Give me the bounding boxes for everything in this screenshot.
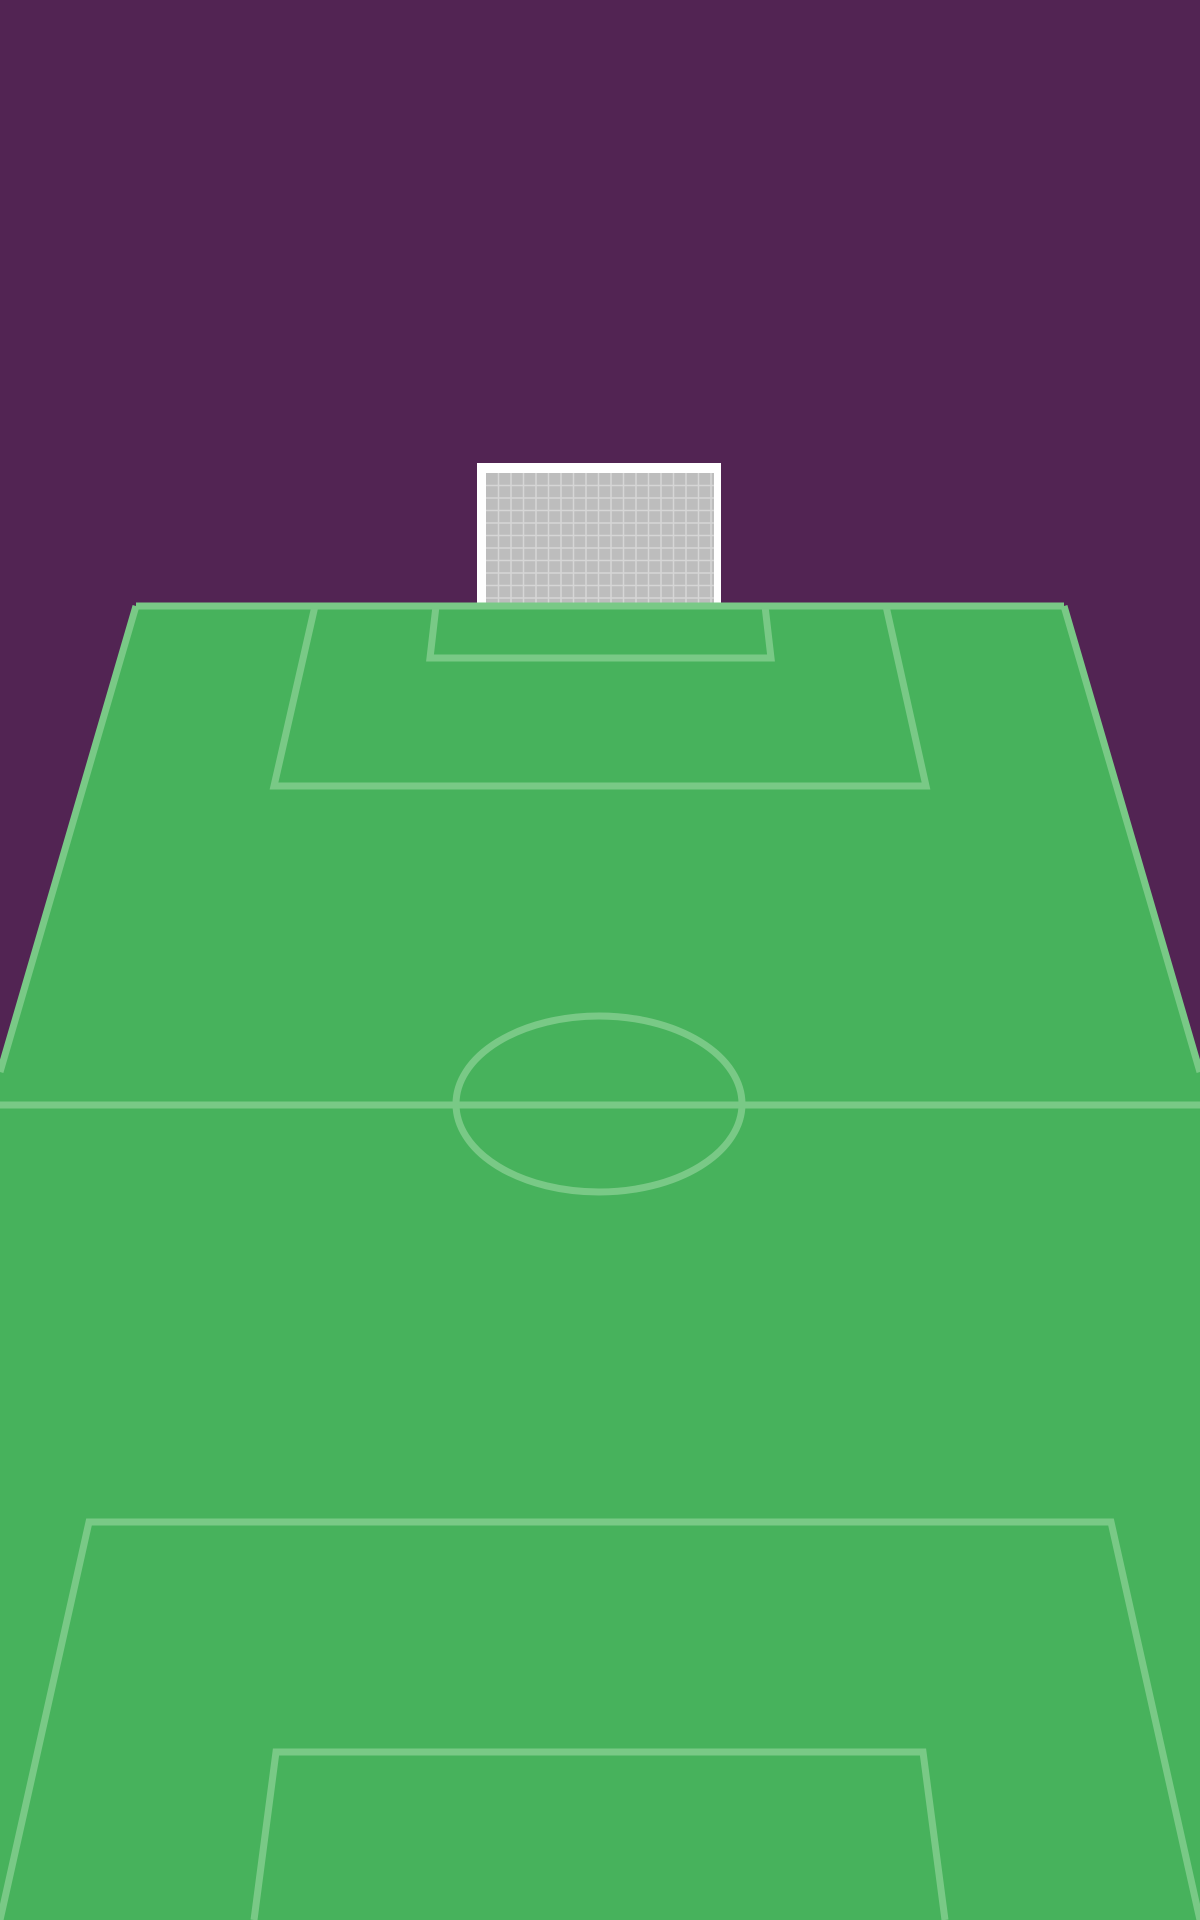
game-scene [0,0,1200,1920]
pitch [0,606,1200,1920]
goal [477,463,721,607]
goal-net [486,473,714,604]
